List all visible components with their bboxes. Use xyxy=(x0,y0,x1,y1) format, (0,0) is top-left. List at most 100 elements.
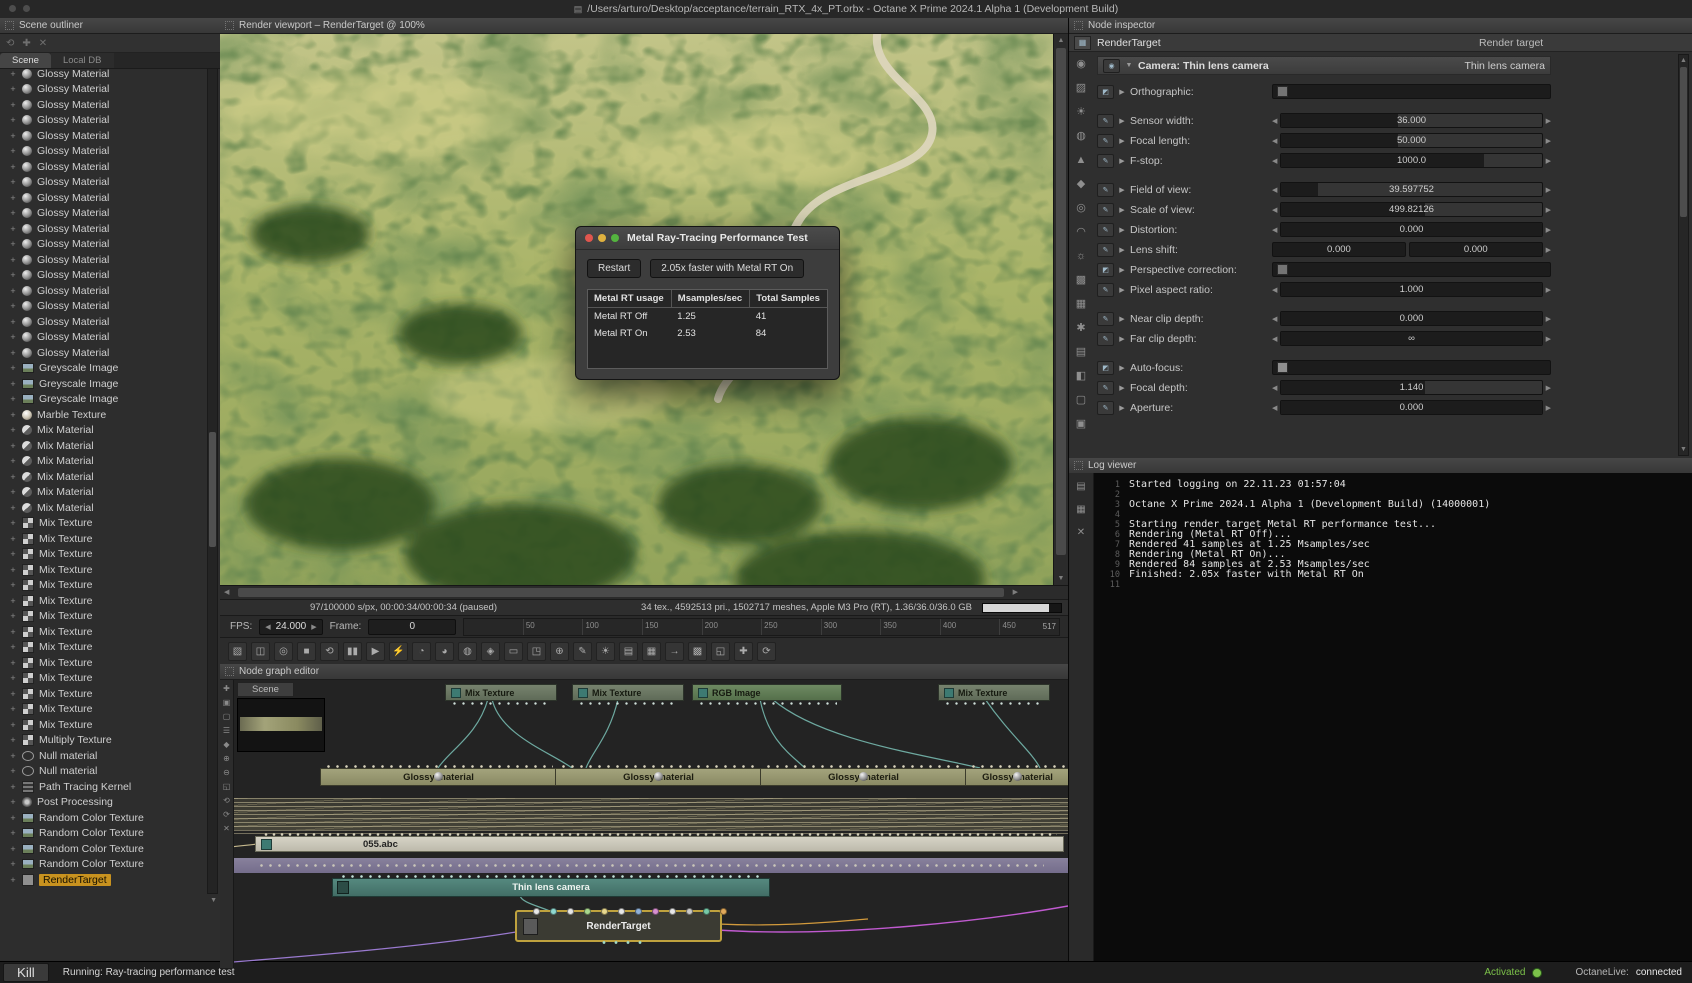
expand-plus-icon[interactable]: + xyxy=(9,487,17,497)
zoom-icon[interactable] xyxy=(611,234,619,242)
outliner-item[interactable]: + Glossy Material xyxy=(0,97,206,113)
node-alembic-geometry[interactable]: 055.abc xyxy=(255,832,1064,852)
node-mix-texture[interactable]: Mix Texture xyxy=(445,684,557,706)
outliner-item[interactable]: + Multiply Texture xyxy=(0,733,206,749)
pick-material-icon[interactable]: ✎ xyxy=(573,641,592,661)
slider-decrement-icon[interactable]: ◀ xyxy=(1272,226,1277,234)
node-pin[interactable] xyxy=(652,908,659,915)
outliner-item[interactable]: + Random Color Texture xyxy=(0,810,206,826)
node-pin[interactable] xyxy=(567,908,574,915)
node-graph-minimap[interactable] xyxy=(237,698,325,752)
outliner-item[interactable]: + Mix Material xyxy=(0,423,206,439)
pick-white-point-icon[interactable]: ☀ xyxy=(596,641,615,661)
outliner-item[interactable]: + Greyscale Image xyxy=(0,376,206,392)
param-slider[interactable]: 39.597752 xyxy=(1280,182,1543,197)
outliner-item[interactable]: + Marble Texture xyxy=(0,407,206,423)
timeline-segment[interactable]: 400 xyxy=(939,618,1000,635)
geometry-icon[interactable]: ◆ xyxy=(1077,178,1085,190)
timeline-segment[interactable]: 150 xyxy=(642,618,702,635)
expand-plus-icon[interactable]: + xyxy=(9,255,17,265)
save-frame-icon[interactable]: ▦ xyxy=(642,641,661,661)
outliner-item[interactable]: + Null material xyxy=(0,748,206,764)
expand-plus-icon[interactable]: + xyxy=(9,472,17,482)
outliner-item[interactable]: + Glossy Material xyxy=(0,283,206,299)
fps-stepper[interactable]: ◀ 24.000 ▶ xyxy=(259,618,323,635)
node-glossy-material[interactable]: Glossy material xyxy=(320,764,557,786)
scrollbar-thumb[interactable] xyxy=(209,431,216,547)
panel-grip-icon[interactable] xyxy=(1074,461,1083,470)
slider-decrement-icon[interactable]: ◀ xyxy=(1272,315,1277,323)
node-pin[interactable] xyxy=(584,908,591,915)
expand-plus-icon[interactable]: + xyxy=(9,813,17,823)
outliner-item[interactable]: + Mix Material xyxy=(0,469,206,485)
align-icon[interactable]: ☰ xyxy=(223,727,230,735)
outliner-item[interactable]: + Glossy Material xyxy=(0,237,206,253)
expand-plus-icon[interactable]: + xyxy=(9,549,17,559)
expand-plus-icon[interactable]: + xyxy=(9,441,17,451)
expander-icon[interactable]: ▶ xyxy=(1118,384,1126,392)
expand-plus-icon[interactable]: + xyxy=(9,518,17,528)
outliner-item[interactable]: + Glossy Material xyxy=(0,159,206,175)
outliner-item[interactable]: + Glossy Material xyxy=(0,206,206,222)
expander-icon[interactable]: ▶ xyxy=(1118,117,1126,125)
expand-plus-icon[interactable]: + xyxy=(9,766,17,776)
param-slider[interactable]: 499.82126 xyxy=(1280,202,1543,217)
scrollbar-thumb[interactable] xyxy=(1680,67,1687,217)
expand-plus-icon[interactable]: + xyxy=(9,286,17,296)
expand-plus-icon[interactable]: + xyxy=(9,410,17,420)
expand-plus-icon[interactable]: + xyxy=(9,875,17,885)
expand-plus-icon[interactable]: + xyxy=(9,425,17,435)
scroll-down-icon[interactable]: ▼ xyxy=(1054,575,1068,582)
slider-increment-icon[interactable]: ▶ xyxy=(1546,384,1551,392)
slider-increment-icon[interactable]: ▶ xyxy=(1546,404,1551,412)
scroll-up-icon[interactable]: ▲ xyxy=(1054,37,1068,44)
expander-icon[interactable]: ▶ xyxy=(1118,157,1126,165)
outliner-item[interactable]: + Glossy Material xyxy=(0,252,206,268)
preview-icon[interactable]: ▣ xyxy=(1076,418,1086,430)
param-field[interactable]: 0.000 xyxy=(1272,242,1406,257)
camera-view-icon[interactable]: ▧ xyxy=(228,641,247,661)
fit-view-icon[interactable]: ◱ xyxy=(223,783,231,791)
outliner-item[interactable]: + Glossy Material xyxy=(0,175,206,191)
slider-increment-icon[interactable]: ▶ xyxy=(1546,186,1551,194)
node-pin[interactable] xyxy=(703,908,710,915)
outliner-item[interactable]: + Path Tracing Kernel xyxy=(0,779,206,795)
dialog-titlebar[interactable]: Metal Ray-Tracing Performance Test xyxy=(576,227,839,250)
slider-increment-icon[interactable]: ▶ xyxy=(1546,157,1551,165)
outliner-item[interactable]: + Mix Material xyxy=(0,485,206,501)
copy-frame-icon[interactable]: ▤ xyxy=(619,641,638,661)
outliner-item[interactable]: + Glossy Material xyxy=(0,144,206,160)
timeline-segment[interactable]: 100 xyxy=(582,618,642,635)
play-render-icon[interactable]: ▶ xyxy=(366,641,385,661)
node-pin[interactable] xyxy=(533,908,540,915)
expand-plus-icon[interactable]: + xyxy=(9,100,17,110)
node-graph-editor[interactable]: ✚ ▣ ▢ ☰ ◆ ⊕ ⊖ ◱ ⟲ ⟳ ✕ Scene Mix Texture Mix Texture… xyxy=(220,680,1068,968)
outliner-item[interactable]: + Glossy Material xyxy=(0,330,206,346)
node-glossy-material[interactable]: Glossy material xyxy=(555,764,762,786)
outliner-item[interactable]: + Greyscale Image xyxy=(0,392,206,408)
restart-button[interactable]: Restart xyxy=(587,259,642,278)
checkbox[interactable] xyxy=(1277,362,1288,373)
denoise-icon[interactable]: ◍ xyxy=(458,641,477,661)
outliner-item[interactable]: + Mix Texture xyxy=(0,624,206,640)
outliner-item[interactable]: + Mix Texture xyxy=(0,578,206,594)
node-pin[interactable] xyxy=(669,908,676,915)
snap-icon[interactable]: ◆ xyxy=(223,741,229,749)
expander-icon[interactable]: ▶ xyxy=(1118,404,1126,412)
expand-plus-icon[interactable]: + xyxy=(9,844,17,854)
object-layer-icon[interactable]: ▢ xyxy=(1076,394,1086,406)
outliner-scrollbar[interactable] xyxy=(207,68,218,894)
outliner-item[interactable]: + Mix Texture xyxy=(0,655,206,671)
slider-increment-icon[interactable]: ▶ xyxy=(1546,246,1551,254)
expand-plus-icon[interactable]: + xyxy=(9,704,17,714)
outliner-item[interactable]: + Mix Texture xyxy=(0,547,206,563)
group-nodes-icon[interactable]: ▣ xyxy=(223,699,231,707)
slider-decrement-icon[interactable]: ◀ xyxy=(1272,384,1277,392)
scroll-down-icon[interactable]: ▼ xyxy=(210,897,217,904)
zoom-in-icon[interactable]: ⊕ xyxy=(223,755,230,763)
timeline-segment[interactable]: 250 xyxy=(761,618,821,635)
outliner-item[interactable]: + Mix Texture xyxy=(0,717,206,733)
kernel-icon[interactable]: ▩ xyxy=(1076,274,1086,286)
expand-plus-icon[interactable]: + xyxy=(9,177,17,187)
param-slider[interactable]: 0.000 xyxy=(1280,400,1543,415)
